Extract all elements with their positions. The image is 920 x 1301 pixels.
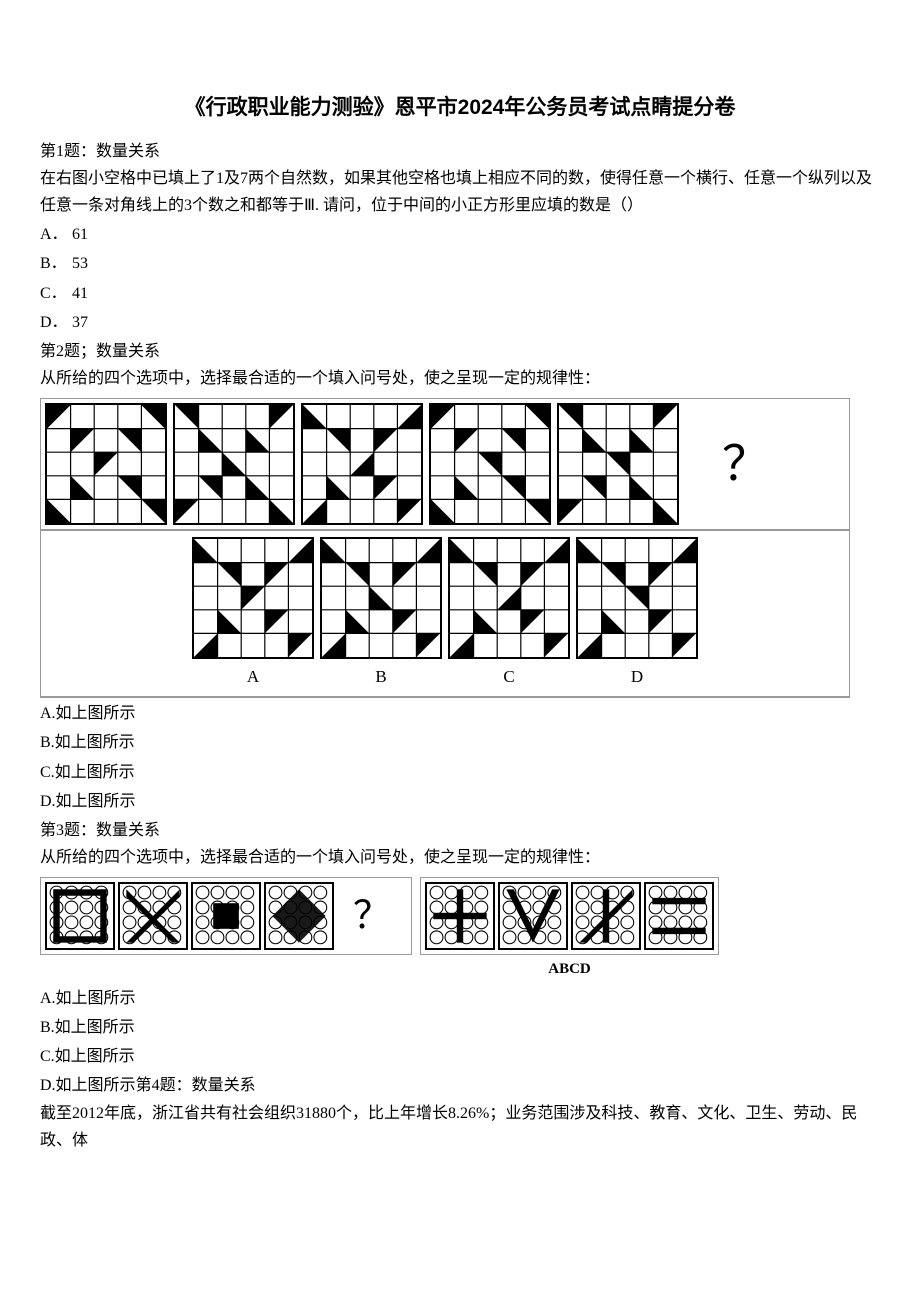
q3-opt-b xyxy=(498,882,568,950)
divider xyxy=(40,697,850,698)
q3-option-d-and-q4-header: D.如上图所示第4题：数量关系 xyxy=(40,1072,880,1099)
q2-option-labels: A B C D xyxy=(192,663,698,692)
q3-qmark: ？ xyxy=(337,882,407,950)
q3-tile-1 xyxy=(45,882,115,950)
q3-d-part: D.如上图所示 xyxy=(40,1077,136,1094)
q1-option-a: A．61 xyxy=(40,221,880,248)
q1-option-b: B．53 xyxy=(40,250,880,277)
q1-option-c: C．41 xyxy=(40,280,880,307)
q2-tile-5 xyxy=(557,403,679,525)
q2-header: 第2题；数量关系 xyxy=(40,338,880,365)
q3-figure: ？ ABCD xyxy=(40,877,880,983)
q3-abcd-label: ABCD xyxy=(420,957,719,983)
q3-option-a: A.如上图所示 xyxy=(40,985,880,1012)
q1-d-text: 37 xyxy=(72,314,88,331)
q1-a-text: 61 xyxy=(72,226,88,243)
q1-text: 在右图小空格中已填上了1及7两个自然数，如果其他空格也填上相应不同的数，使得任意… xyxy=(40,165,880,219)
q2-tile-1 xyxy=(45,403,167,525)
q4-text: 截至2012年底，浙江省共有社会组织31880个，比上年增长8.26%；业务范围… xyxy=(40,1100,880,1154)
q2-option-c: C.如上图所示 xyxy=(40,759,880,786)
q1-b-text: 53 xyxy=(72,255,88,272)
q2-option-tile-d xyxy=(576,537,698,659)
q1-a-letter: A． xyxy=(40,221,72,248)
q3-option-c: C.如上图所示 xyxy=(40,1043,880,1070)
q3-tile-4 xyxy=(264,882,334,950)
q4-header: 第4题：数量关系 xyxy=(136,1077,256,1094)
q2-option-tile-a xyxy=(192,537,314,659)
q2-figure-options: A B C D xyxy=(40,530,850,697)
q2-label-a: A xyxy=(192,663,314,692)
q1-c-text: 41 xyxy=(72,285,88,302)
q3-opt-d xyxy=(644,882,714,950)
q2-figure-sequence: ？ xyxy=(40,398,850,530)
q3-header: 第3题：数量关系 xyxy=(40,817,880,844)
q2-option-tile-b xyxy=(320,537,442,659)
q2-label-d: D xyxy=(576,663,698,692)
q2-tile-2 xyxy=(173,403,295,525)
q3-tile-3 xyxy=(191,882,261,950)
q3-options-group xyxy=(420,877,719,955)
q2-text: 从所给的四个选项中，选择最合适的一个填入问号处，使之呈现一定的规律性： xyxy=(40,365,880,392)
page-title: 《行政职业能力测验》恩平市2024年公务员考试点睛提分卷 xyxy=(40,90,880,126)
q1-b-letter: B． xyxy=(40,250,72,277)
q3-opt-c xyxy=(571,882,641,950)
q3-sequence-group: ？ xyxy=(40,877,412,955)
q2-option-d: D.如上图所示 xyxy=(40,788,880,815)
q1-option-d: D．37 xyxy=(40,309,880,336)
q1-header: 第1题：数量关系 xyxy=(40,138,880,165)
q3-option-b: B.如上图所示 xyxy=(40,1014,880,1041)
q3-opt-a xyxy=(425,882,495,950)
q2-option-tile-c xyxy=(448,537,570,659)
q2-label-c: C xyxy=(448,663,570,692)
q2-option-a: A.如上图所示 xyxy=(40,700,880,727)
q2-tile-4 xyxy=(429,403,551,525)
q2-option-b: B.如上图所示 xyxy=(40,729,880,756)
q1-c-letter: C． xyxy=(40,280,72,307)
q3-tile-2 xyxy=(118,882,188,950)
q2-qmark: ？ xyxy=(685,403,807,525)
q2-label-b: B xyxy=(320,663,442,692)
q1-d-letter: D． xyxy=(40,309,72,336)
q3-text: 从所给的四个选项中，选择最合适的一个填入问号处，使之呈现一定的规律性： xyxy=(40,844,880,871)
q2-tile-3 xyxy=(301,403,423,525)
